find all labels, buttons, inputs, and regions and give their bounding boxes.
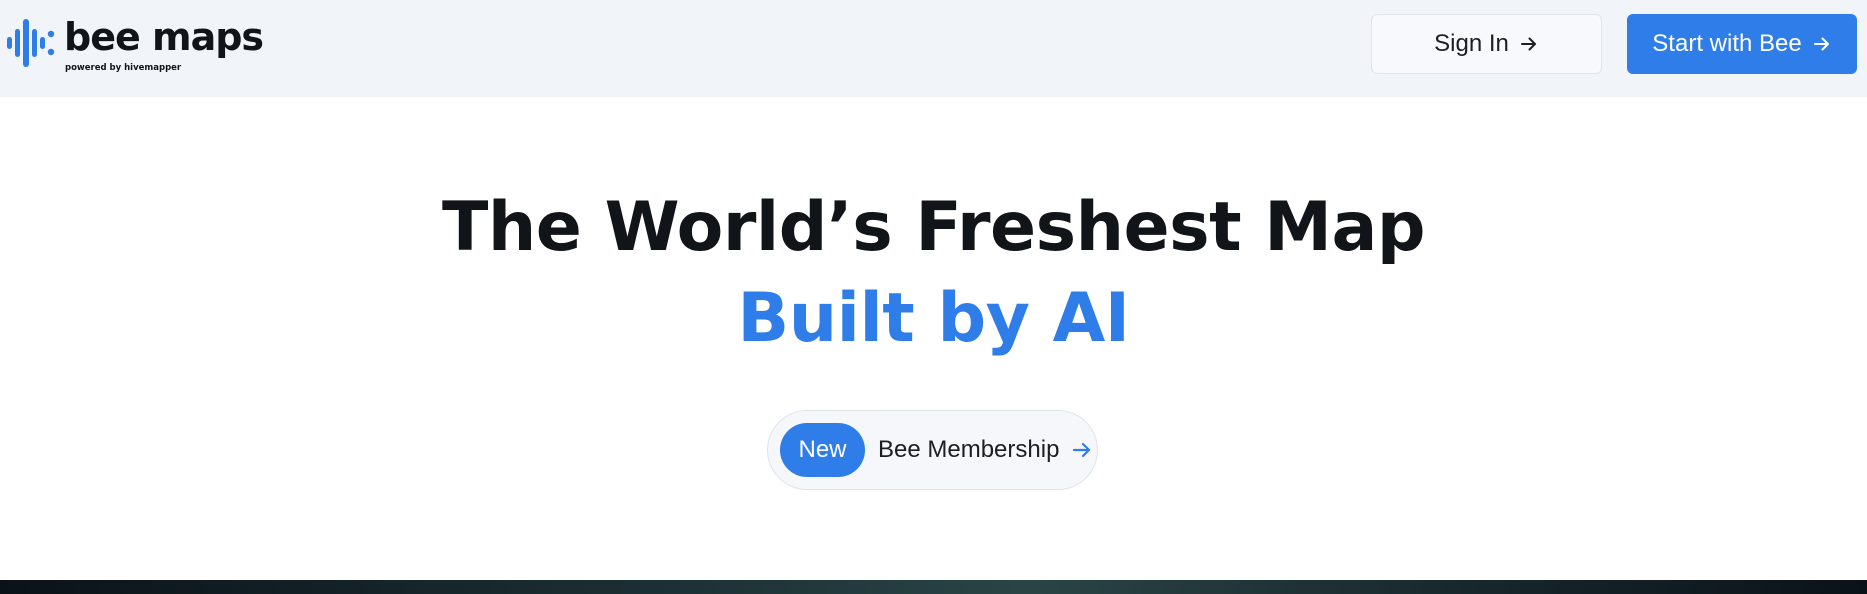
sign-in-label: Sign In	[1434, 30, 1509, 57]
top-header: bee maps powered by hivemapper Sign In S…	[0, 0, 1867, 97]
arrow-right-icon	[1073, 442, 1091, 458]
start-with-bee-button[interactable]: Start with Bee	[1627, 14, 1857, 74]
bee-maps-logo[interactable]: bee maps powered by hivemapper	[6, 13, 266, 75]
arrow-right-icon	[1813, 37, 1829, 51]
sign-in-button[interactable]: Sign In	[1371, 14, 1602, 74]
hero-media-edge	[0, 580, 1867, 594]
new-badge: New	[780, 423, 865, 477]
hero-title: The World’s Freshest Map	[441, 188, 1426, 267]
start-with-bee-label: Start with Bee	[1652, 30, 1802, 57]
arrow-right-icon	[1520, 37, 1536, 51]
logo-tagline: powered by hivemapper	[65, 63, 182, 73]
announcement-label: Bee Membership	[878, 436, 1060, 463]
logo-wordmark: bee maps	[64, 15, 264, 59]
bee-maps-logo-icon	[7, 19, 55, 67]
hero-subtitle: Built by AI	[737, 279, 1130, 358]
bee-membership-announcement[interactable]: New Bee Membership	[767, 410, 1098, 490]
